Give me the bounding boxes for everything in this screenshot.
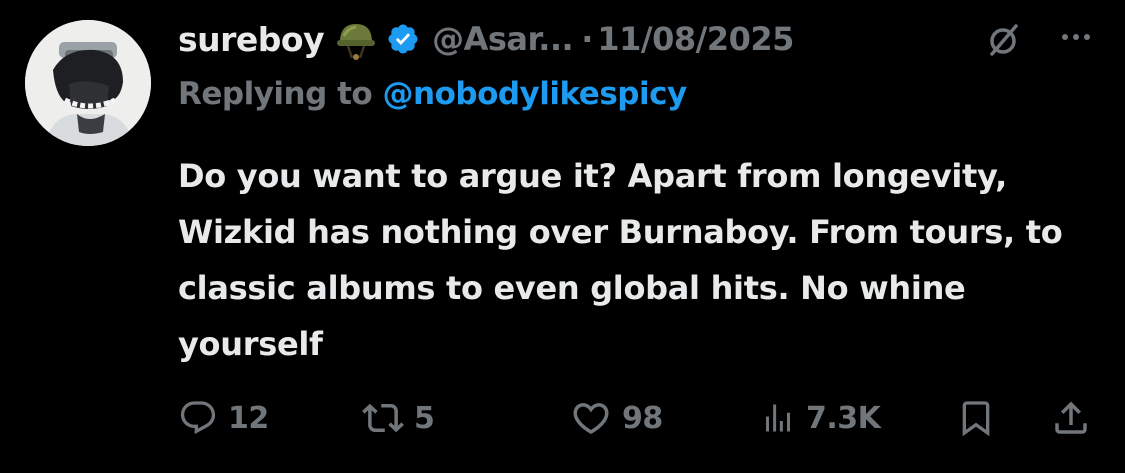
views-bar-chart-icon: [766, 404, 790, 432]
more-options-icon[interactable]: [1056, 22, 1096, 52]
military-helmet-icon: [336, 18, 376, 60]
share-icon: [1055, 401, 1087, 434]
heart-icon: [573, 403, 609, 435]
display-name[interactable]: sureboy: [178, 20, 325, 59]
tweet-date[interactable]: 11/08/2025: [597, 20, 794, 58]
verified-badge-icon: [386, 22, 420, 56]
reply-button[interactable]: 12: [178, 390, 269, 446]
action-bar: 12 5 98 7.3K: [178, 390, 1098, 446]
tweet-header: sureboy @Asar... · 11/08/2025: [178, 14, 794, 64]
like-count: 98: [622, 400, 663, 436]
tweet-text: Do you want to argue it? Apart from long…: [178, 157, 1063, 363]
bookmark-button[interactable]: [956, 390, 996, 446]
like-button[interactable]: 98: [570, 390, 663, 446]
repost-count: 5: [414, 400, 435, 436]
reply-icon: [180, 401, 216, 435]
bookmark-icon: [962, 401, 990, 437]
repost-icon: [362, 403, 404, 433]
repost-button[interactable]: 5: [362, 390, 435, 446]
avatar-photo: [25, 20, 151, 146]
user-handle[interactable]: @Asar...: [432, 20, 574, 58]
replying-to-mention[interactable]: @nobodylikespicy: [383, 76, 688, 112]
view-count: 7.3K: [806, 400, 881, 436]
share-button[interactable]: [1050, 390, 1092, 446]
views-button[interactable]: 7.3K: [760, 390, 881, 446]
replying-to-line: Replying to @nobodylikespicy: [178, 76, 687, 112]
replying-to-label: Replying to: [178, 76, 373, 112]
grok-icon[interactable]: [986, 22, 1022, 58]
reply-count: 12: [228, 400, 269, 436]
separator-dot: ·: [581, 20, 594, 58]
avatar[interactable]: [25, 20, 151, 146]
